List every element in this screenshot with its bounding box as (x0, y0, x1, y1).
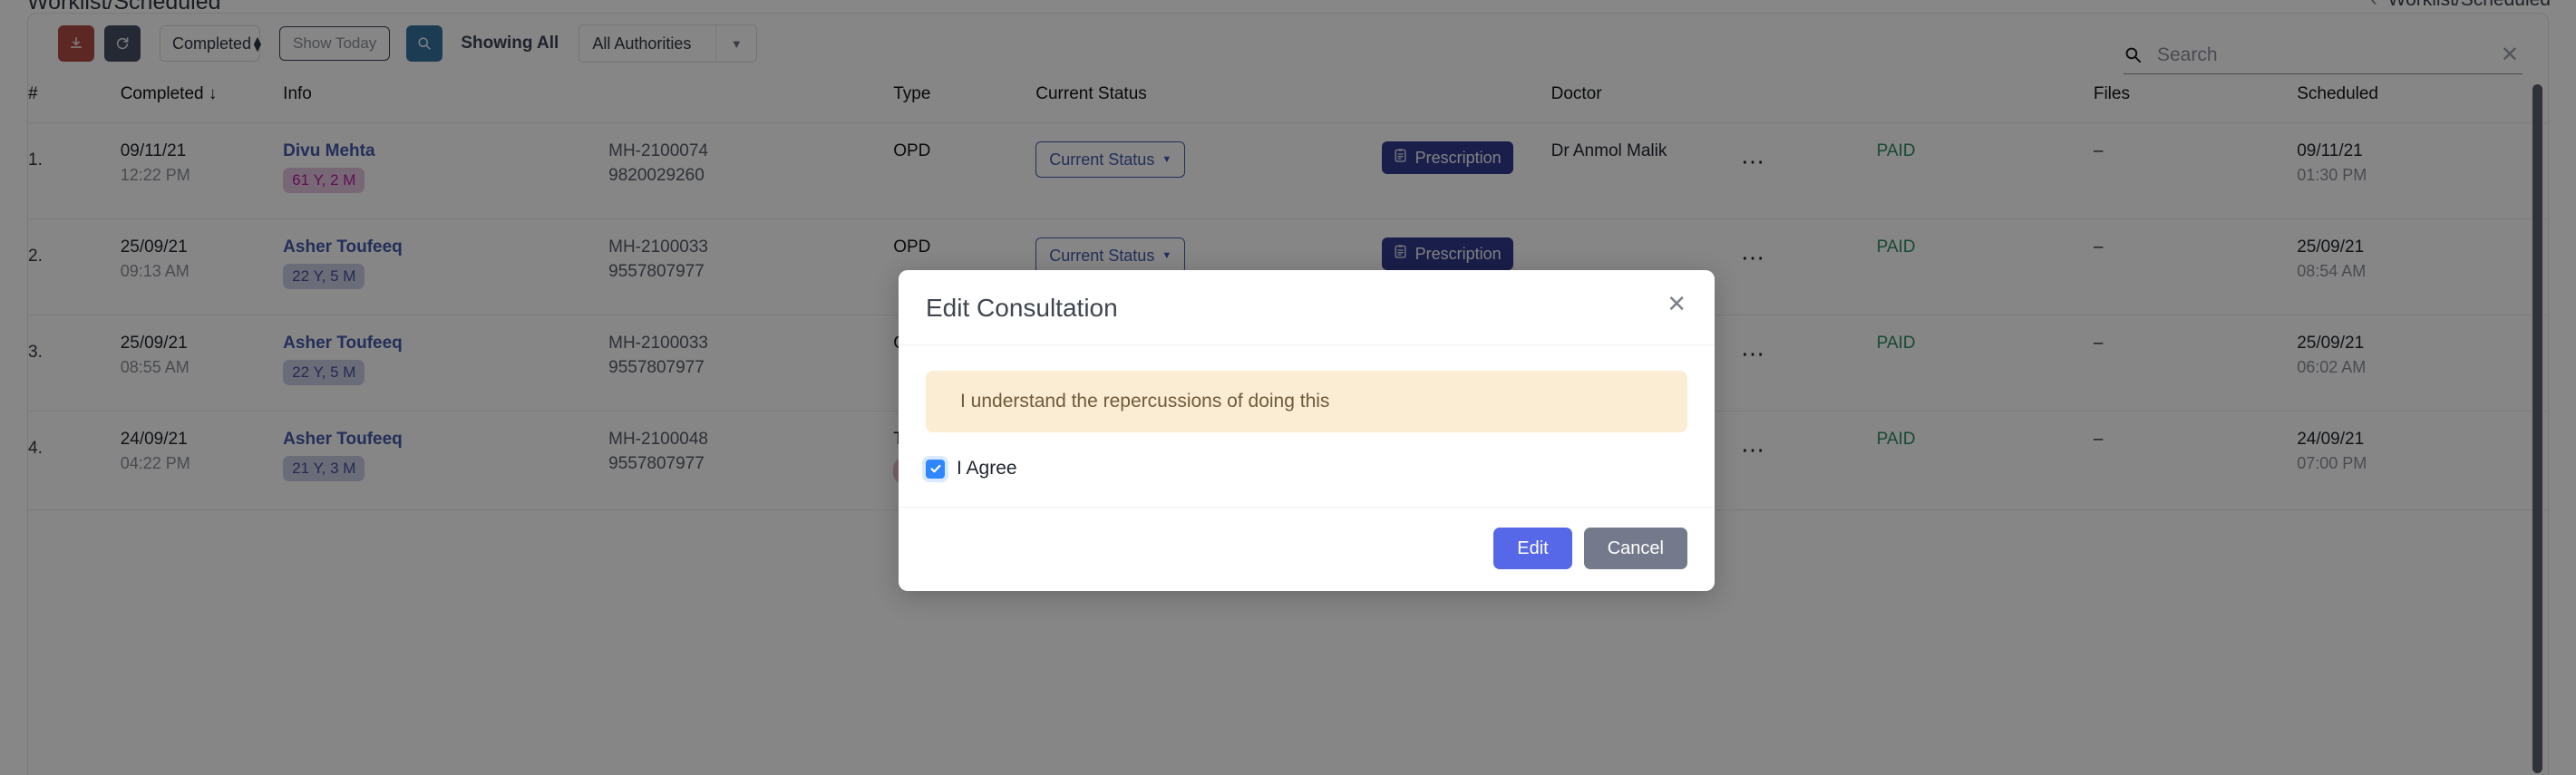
warning-notice: I understand the repercussions of doing … (926, 371, 1687, 432)
confirm-edit-button[interactable]: Edit (1493, 528, 1572, 569)
cancel-button[interactable]: Cancel (1583, 528, 1687, 569)
modal-header: Edit Consultation ✕ (899, 270, 1715, 345)
agree-row[interactable]: I Agree (926, 458, 1687, 487)
modal-body: I understand the repercussions of doing … (899, 345, 1715, 507)
modal-footer: Edit Cancel (899, 507, 1715, 591)
agree-checkbox[interactable] (926, 459, 945, 479)
edit-consultation-modal: Edit Consultation ✕ I understand the rep… (899, 270, 1715, 591)
agree-label: I Agree (957, 458, 1017, 479)
app-root: Worklist/Scheduled ‹Worklist/Scheduled (0, 0, 2576, 775)
close-icon[interactable]: ✕ (1661, 291, 1692, 316)
modal-title: Edit Consultation (926, 294, 1118, 322)
